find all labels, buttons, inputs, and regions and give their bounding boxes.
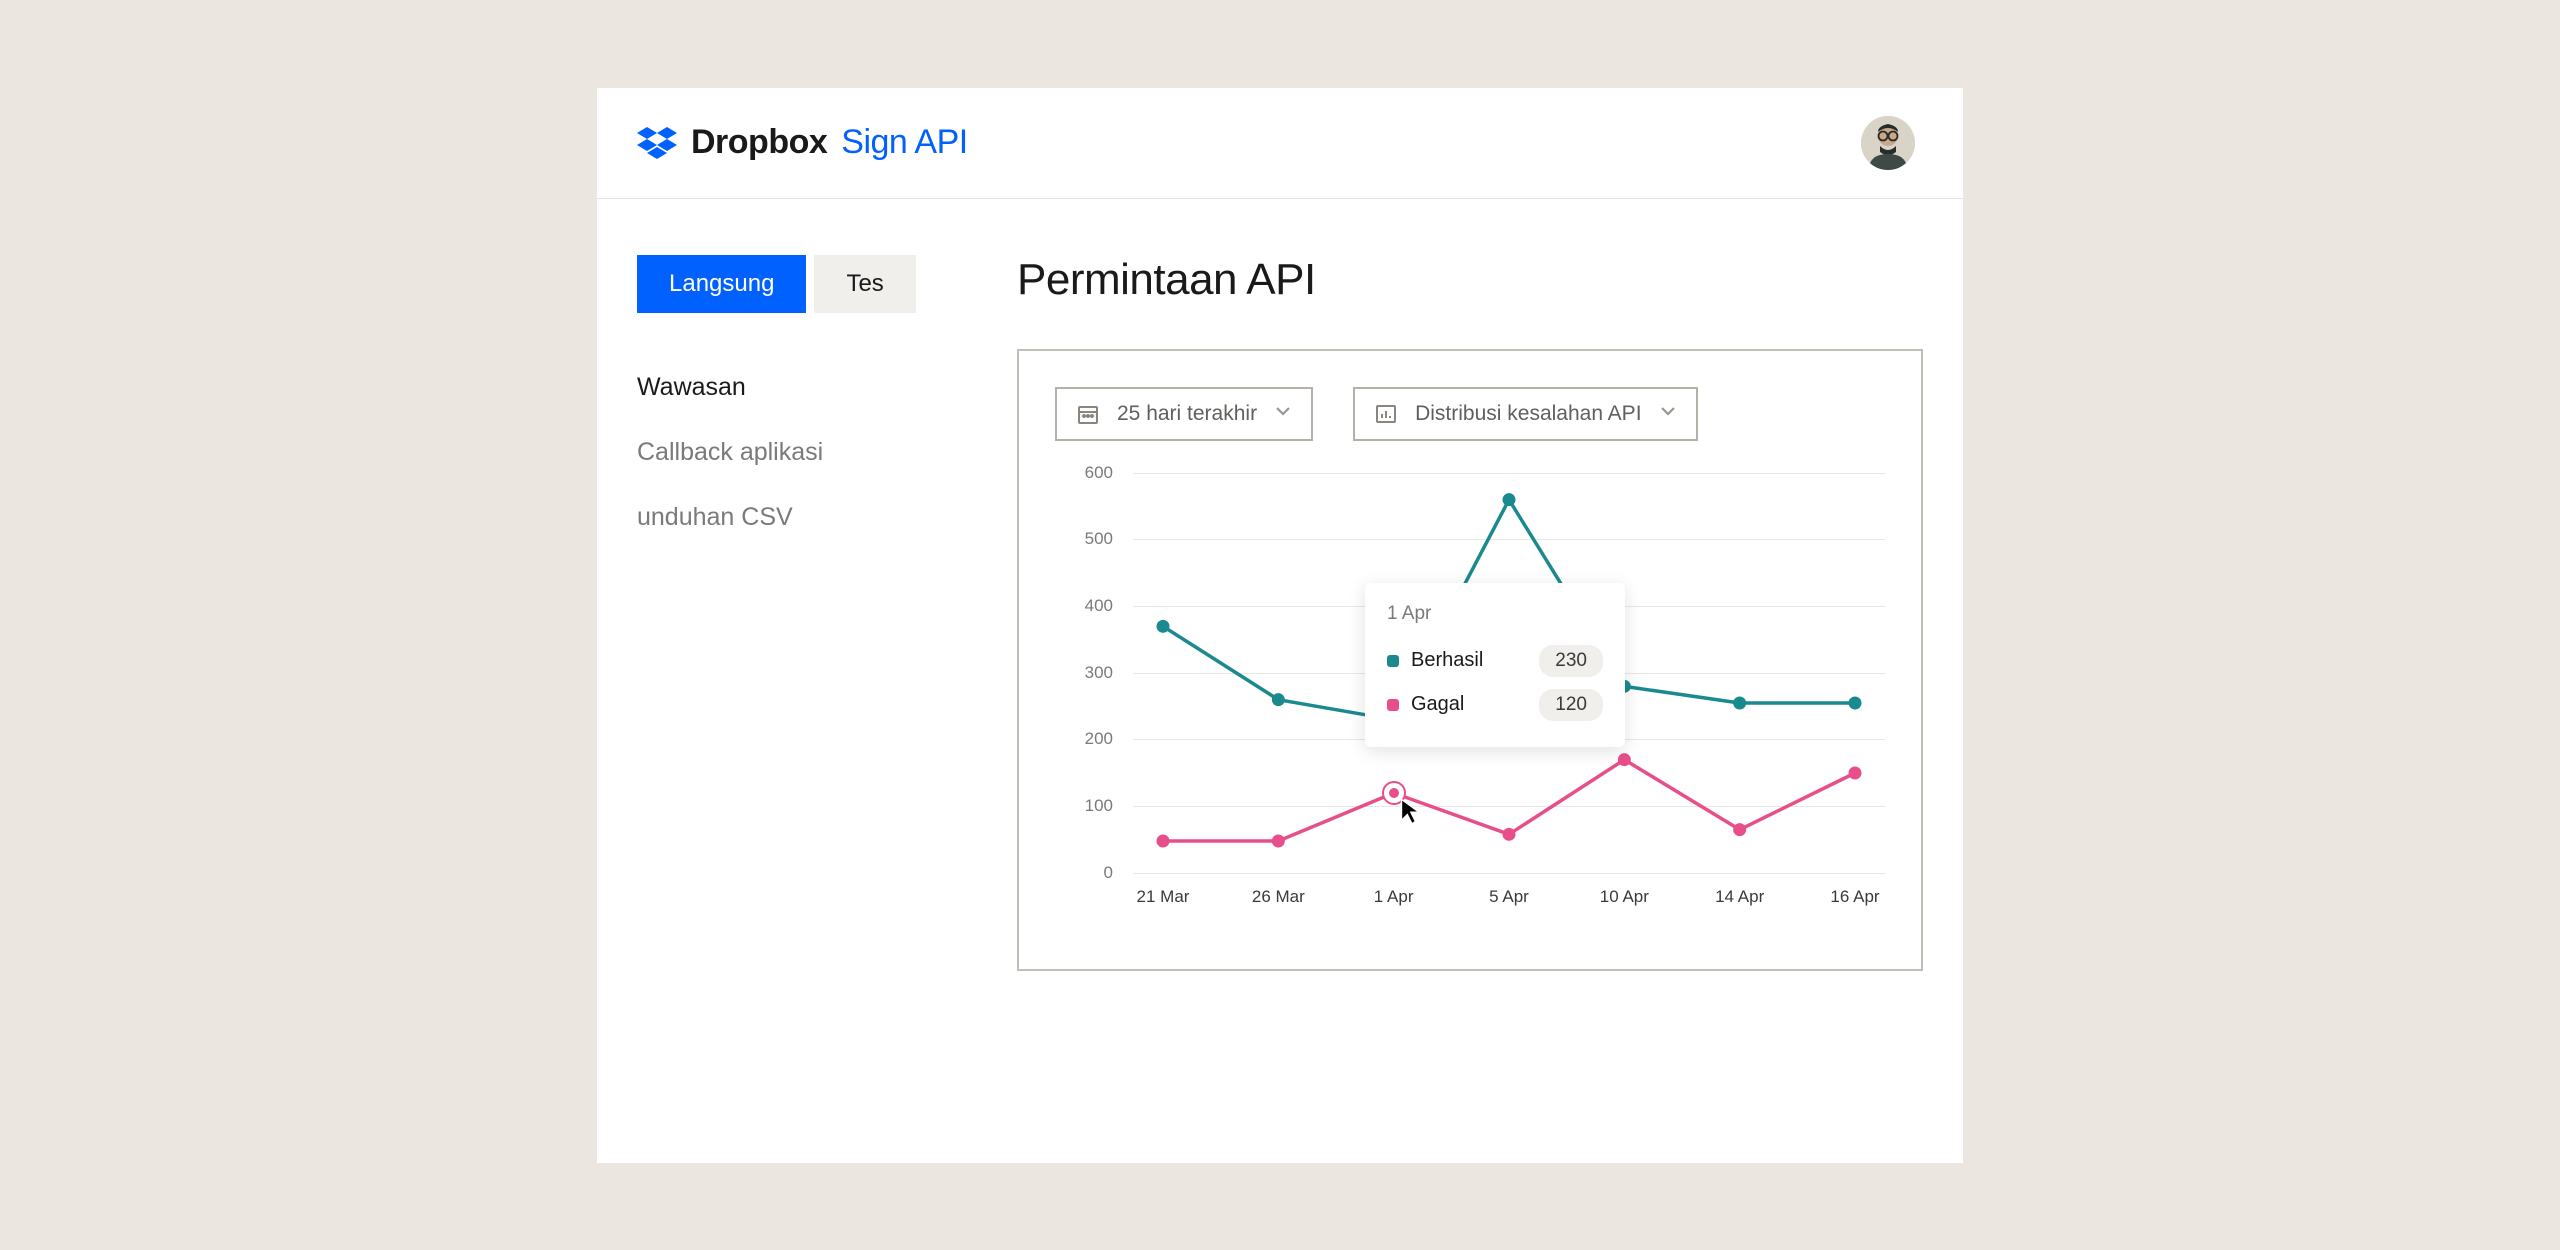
sidebar-item-wawasan[interactable]: Wawasan xyxy=(637,355,965,420)
tab-langsung[interactable]: Langsung xyxy=(637,255,806,313)
chart-panel: 25 hari terakhir xyxy=(1017,349,1923,971)
y-tick: 100 xyxy=(1085,796,1113,816)
chart-controls: 25 hari terakhir xyxy=(1055,387,1885,441)
logo: Dropbox Sign API xyxy=(637,123,968,163)
y-axis: 0100200300400500600 xyxy=(1055,473,1123,873)
x-tick: 14 Apr xyxy=(1715,887,1764,907)
x-tick: 1 Apr xyxy=(1374,887,1414,907)
legend-label-gagal: Gagal xyxy=(1411,693,1464,716)
chart-area: 0100200300400500600 21 Mar26 Mar1 Apr5 A… xyxy=(1055,473,1885,933)
y-tick: 500 xyxy=(1085,529,1113,549)
distribution-dropdown[interactable]: Distribusi kesalahan API xyxy=(1353,387,1697,441)
y-tick: 300 xyxy=(1085,663,1113,683)
legend-dot-gagal xyxy=(1387,699,1399,711)
chevron-down-icon xyxy=(1658,401,1678,427)
y-tick: 400 xyxy=(1085,596,1113,616)
date-range-label: 25 hari terakhir xyxy=(1117,402,1257,426)
sidebar-item-csv[interactable]: unduhan CSV xyxy=(637,485,965,550)
sidebar-item-callback[interactable]: Callback aplikasi xyxy=(637,420,965,485)
legend-value-gagal: 120 xyxy=(1539,689,1603,721)
content: Permintaan API 25 xyxy=(1017,255,1923,971)
chart-tooltip: 1 Apr Berhasil 230 Gagal xyxy=(1365,583,1625,747)
chevron-down-icon xyxy=(1273,401,1293,427)
main-area: Langsung Tes Wawasan Callback aplikasi u… xyxy=(597,199,1963,1027)
page-title: Permintaan API xyxy=(1017,255,1923,305)
x-tick: 26 Mar xyxy=(1252,887,1305,907)
x-tick: 21 Mar xyxy=(1137,887,1190,907)
y-tick: 0 xyxy=(1104,863,1113,883)
logo-text-dropbox: Dropbox xyxy=(691,123,827,162)
legend-dot-berhasil xyxy=(1387,655,1399,667)
logo-text-sign-api: Sign API xyxy=(841,123,967,162)
app-window: Dropbox Sign API Langsung Tes Wawasan C xyxy=(597,88,1963,1163)
legend-value-berhasil: 230 xyxy=(1539,645,1603,677)
sidebar: Langsung Tes Wawasan Callback aplikasi u… xyxy=(637,255,965,971)
distribution-label: Distribusi kesalahan API xyxy=(1415,402,1641,426)
bar-chart-icon xyxy=(1373,401,1399,427)
date-range-dropdown[interactable]: 25 hari terakhir xyxy=(1055,387,1313,441)
x-tick: 16 Apr xyxy=(1830,887,1879,907)
tooltip-row-berhasil: Berhasil 230 xyxy=(1387,639,1603,683)
tab-tes[interactable]: Tes xyxy=(814,255,915,313)
app-header: Dropbox Sign API xyxy=(597,88,1963,199)
avatar[interactable] xyxy=(1861,116,1915,170)
x-axis: 21 Mar 26 Mar 1 Apr 5 Apr 10 Apr 14 Apr 16 Apr xyxy=(1133,887,1885,915)
y-tick: 600 xyxy=(1085,463,1113,483)
x-tick: 5 Apr xyxy=(1489,887,1529,907)
calendar-icon xyxy=(1075,401,1101,427)
legend-label-berhasil: Berhasil xyxy=(1411,649,1483,672)
tooltip-title: 1 Apr xyxy=(1387,603,1603,625)
mode-tabs: Langsung Tes xyxy=(637,255,965,313)
dropbox-logo-icon xyxy=(637,123,677,163)
x-tick: 10 Apr xyxy=(1600,887,1649,907)
tooltip-row-gagal: Gagal 120 xyxy=(1387,683,1603,727)
y-tick: 200 xyxy=(1085,729,1113,749)
